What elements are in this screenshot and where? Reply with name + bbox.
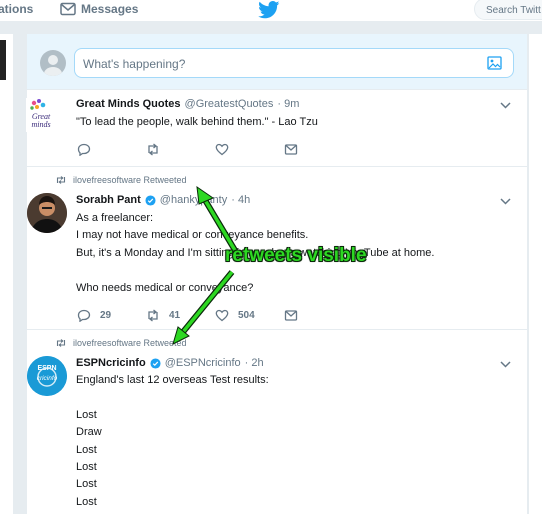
nav-notifications[interactable]: ations xyxy=(0,2,33,16)
tweet-author-handle[interactable]: @GreatestQuotes xyxy=(185,98,274,110)
tweet-author-name[interactable]: Sorabh Pant xyxy=(76,194,141,206)
tweet-author-handle[interactable]: @hankypanty xyxy=(160,194,227,206)
tweet-text-line: Draw xyxy=(76,426,102,439)
chevron-down-icon[interactable] xyxy=(500,198,511,205)
retweeted-by[interactable]: ilovefreesoftware Retweeted xyxy=(55,175,187,185)
sorabh-avatar-image xyxy=(27,193,67,233)
great-minds-logo: Great minds xyxy=(30,99,51,129)
tweet-text-line: England's last 12 overseas Test results: xyxy=(76,374,269,386)
tweet[interactable]: Great minds Great Minds Quotes @Greatest… xyxy=(26,90,527,167)
tweet-text-line: Lost xyxy=(76,443,97,456)
espncricinfo-logo: ESPN cricinfo xyxy=(27,356,67,396)
retweet-button[interactable]: 41 xyxy=(146,309,215,322)
retweet-icon xyxy=(56,176,66,184)
reply-button[interactable]: 29 xyxy=(77,309,146,322)
tweet-author-name[interactable]: Great Minds Quotes xyxy=(76,98,181,110)
left-sidebar-card xyxy=(0,34,13,514)
tweet-author-handle[interactable]: @ESPNcricinfo xyxy=(165,357,241,369)
nav-messages-label: Messages xyxy=(81,2,139,16)
chevron-down-icon[interactable] xyxy=(500,102,511,109)
search-input[interactable]: Search Twitt xyxy=(474,0,542,20)
heart-icon xyxy=(215,143,229,156)
tweet-text-line: Lost xyxy=(76,478,97,491)
reply-count: 29 xyxy=(100,310,112,321)
tweet-text-line: Who needs medical or conveyance? xyxy=(76,281,254,294)
add-photo-icon[interactable] xyxy=(487,56,502,70)
message-button[interactable] xyxy=(284,309,353,322)
envelope-icon xyxy=(284,310,298,321)
retweet-count: 41 xyxy=(169,310,181,321)
timeline: What's happening? Great minds Great Mind… xyxy=(26,34,528,514)
right-sidebar-card xyxy=(528,34,542,514)
retweet-icon xyxy=(148,143,158,156)
retweeted-by[interactable]: ilovefreesoftware Retweeted xyxy=(55,338,187,348)
reply-icon xyxy=(77,143,91,156)
tweet-text-line xyxy=(76,389,269,406)
tweet-time[interactable]: · 4h xyxy=(231,194,250,206)
tweet-text-line: Lost xyxy=(76,495,97,508)
nav-notifications-label: ations xyxy=(0,2,34,16)
avatar[interactable]: Great minds xyxy=(26,98,56,132)
nav-messages[interactable]: Messages xyxy=(60,2,138,16)
tweet-text-line: I may not have medical or conveyance ben… xyxy=(76,229,309,242)
tweet-time[interactable]: · 2h xyxy=(245,357,264,369)
svg-text:cricinfo: cricinfo xyxy=(37,375,58,382)
avatar[interactable]: ESPN cricinfo xyxy=(27,356,67,396)
tweet-author-name[interactable]: ESPNcricinfo xyxy=(76,357,146,369)
verified-badge-icon xyxy=(145,194,156,206)
avatar xyxy=(40,50,66,76)
retweeted-by-label: ilovefreesoftware Retweeted xyxy=(73,338,187,348)
tweet-time[interactable]: · 9m xyxy=(277,98,299,110)
retweeted-by-label: ilovefreesoftware Retweeted xyxy=(73,175,187,185)
twitter-bird-icon[interactable] xyxy=(258,1,280,19)
message-button[interactable] xyxy=(284,143,353,156)
envelope-icon xyxy=(60,2,76,16)
tweet-text-line: "To lead the people, walk behind them." … xyxy=(76,116,318,128)
compose-input[interactable]: What's happening? xyxy=(74,48,514,78)
retweet-icon xyxy=(148,309,158,322)
annotation-label: retweets visible xyxy=(225,245,367,266)
chevron-down-icon[interactable] xyxy=(500,361,511,368)
like-button[interactable]: 504 xyxy=(215,309,284,322)
svg-text:ESPN: ESPN xyxy=(37,365,56,372)
top-nav: ations Messages Search Twitt xyxy=(0,0,542,22)
tweet-text-line: Lost xyxy=(76,461,97,474)
like-count: 504 xyxy=(238,310,255,321)
avatar[interactable] xyxy=(27,193,67,233)
retweet-icon xyxy=(56,339,66,347)
compose-placeholder: What's happening? xyxy=(83,57,186,71)
tweet-text-line: Lost xyxy=(76,408,97,421)
profile-banner-fragment xyxy=(0,40,6,80)
reply-button[interactable] xyxy=(77,143,146,156)
svg-text:minds: minds xyxy=(31,120,50,129)
compose-box: What's happening? xyxy=(27,34,527,90)
verified-badge-icon xyxy=(150,357,161,369)
like-button[interactable] xyxy=(215,143,284,156)
heart-icon xyxy=(215,309,229,322)
envelope-icon xyxy=(284,144,298,155)
reply-icon xyxy=(77,309,91,322)
tweet-text-line: As a freelancer: xyxy=(76,212,154,224)
tweet[interactable]: ilovefreesoftware Retweeted ESPN cricinf… xyxy=(27,330,527,514)
retweet-button[interactable] xyxy=(146,143,215,156)
